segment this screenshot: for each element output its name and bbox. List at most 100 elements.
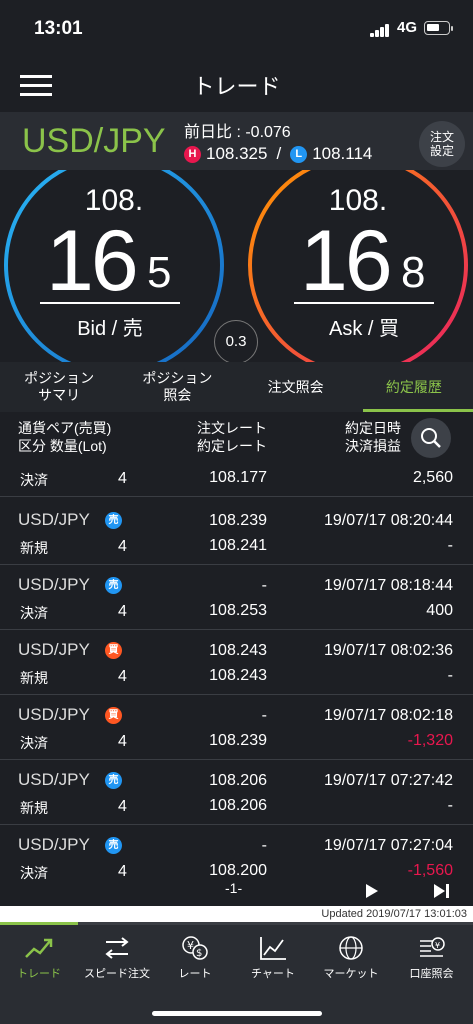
row-kind: 決済 [20, 735, 48, 751]
ask-button[interactable]: 108. 16 8 Ask / 買 [268, 170, 448, 362]
tabbar-chart[interactable]: チャート [234, 935, 312, 981]
header-order-rate: 注文レート [197, 420, 267, 436]
order-settings-button[interactable]: 注文 設定 [419, 121, 465, 167]
last-page-icon[interactable] [432, 882, 452, 900]
trade-icon [25, 938, 53, 958]
row-order-rate: 108.239 [209, 512, 267, 529]
tabbar-trade-label: トレード [17, 968, 61, 980]
header-kind-qty: 区分 数量(Lot) [18, 438, 107, 454]
status-bar: 13:01 4G [0, 0, 473, 56]
high-low: H 108.325 / L 108.114 [184, 144, 372, 164]
row-qty: 4 [118, 668, 127, 685]
row-qty: 4 [118, 603, 127, 620]
row-exec-date: 19/07/17 08:18:44 [323, 577, 453, 594]
page-title: トレード [192, 74, 281, 99]
row-pl: -1,560 [407, 862, 453, 879]
row-exec-rate: 108.206 [209, 797, 267, 814]
tabbar-rate-label: レート [178, 968, 212, 980]
nav-bar: トレード [0, 56, 473, 112]
table-row[interactable]: USD/JPY 新規 4 108.206 108.206 19/07/17 07:27:4… [0, 760, 473, 825]
row-pair: USD/JPY [18, 575, 90, 594]
row-exec-rate: 108.239 [209, 732, 267, 749]
sell-badge: 売 [105, 577, 122, 594]
row-kind: 決済 [20, 472, 48, 488]
bid-divider [40, 302, 180, 304]
high-low-separator: / [276, 144, 282, 163]
table-row[interactable]: USD/JPY 決済 4-108.200 19/07/17 07:27:04 -1,56… [0, 825, 473, 884]
row-pl: -1,320 [407, 732, 453, 749]
tab-order-inquiry[interactable]: 注文照会 [237, 362, 355, 412]
network-label: 4G [397, 19, 418, 36]
row-kind: 新規 [20, 800, 48, 816]
row-kind: 新規 [20, 540, 48, 556]
bid-main-digits: 16 [46, 213, 139, 309]
table-header: 通貨ペア(売買) 区分 数量(Lot) 注文レート 約定レート 約定日時 決済損… [0, 412, 473, 464]
active-tab-indicator [0, 922, 78, 925]
signal-icon [370, 23, 392, 37]
tabbar-chart-label: チャート [251, 968, 295, 980]
table-row[interactable]: USD/JPY 決済 4 - 108.253 19/07/17 08:18:44 400 売 [0, 565, 473, 630]
row-qty: 4 [118, 538, 127, 555]
row-kind: 決済 [20, 605, 48, 621]
tab-position-inquiry[interactable]: ポジション 照会 [118, 362, 236, 412]
updated-timestamp: Updated 2019/07/17 13:01:03 [0, 906, 473, 922]
table-row[interactable]: 決済 4 108.177 2,560 [0, 464, 473, 497]
row-order-rate: 108.206 [209, 772, 267, 789]
row-pl: 400 [426, 602, 453, 619]
high-badge-icon: H [184, 145, 201, 163]
ask-label: Ask / 買 [328, 318, 399, 340]
speed-order-icon [105, 937, 129, 959]
currency-pair[interactable]: USD/JPY [22, 122, 166, 161]
row-pair: USD/JPY [18, 835, 90, 854]
account-icon: ¥ [419, 937, 445, 957]
row-exec-rate: 108.200 [209, 862, 267, 879]
svg-text:$: $ [196, 948, 202, 959]
row-order-rate: 108.243 [209, 642, 267, 659]
row-qty: 4 [118, 863, 127, 880]
search-button[interactable] [411, 418, 451, 458]
sell-badge: 売 [105, 772, 122, 789]
row-pair: USD/JPY [18, 770, 90, 789]
row-exec-rate: 108.243 [209, 667, 267, 684]
row-pl: - [447, 797, 453, 814]
tab-position-summary[interactable]: ポジション サマリ [0, 362, 118, 412]
tabbar-market-label: マーケット [323, 968, 379, 980]
history-tabs: ポジション サマリ ポジション 照会 注文照会 約定履歴 [0, 362, 473, 412]
tabbar-account[interactable]: ¥ 口座照会 [390, 935, 473, 981]
battery-icon [424, 21, 453, 35]
tabbar-rate[interactable]: ¥ $ レート [156, 935, 234, 981]
ask-pip-digit: 8 [401, 248, 426, 297]
status-time: 13:01 [34, 18, 83, 39]
header-exec-date: 約定日時 [345, 420, 401, 436]
svg-text:¥: ¥ [435, 941, 440, 950]
currency-pair-bar: USD/JPY 前日比 : -0.076 H 108.325 / L 108.1… [0, 112, 473, 170]
table-row[interactable]: USD/JPY 新規 4 108.243 108.243 19/07/17 08:02:3… [0, 630, 473, 695]
header-exec-rate: 約定レート [197, 438, 267, 454]
row-pl: 2,560 [412, 469, 453, 486]
row-pair: USD/JPY [18, 705, 90, 724]
row-qty: 4 [118, 470, 127, 487]
tabbar-market[interactable]: マーケット [312, 935, 390, 981]
row-exec-rate: 108.241 [209, 537, 267, 554]
table-row[interactable]: USD/JPY 新規 4 108.239 108.241 19/07/17 08:20:4… [0, 500, 473, 565]
execution-list[interactable]: 決済 4 108.177 2,560 USD/JPY 新規 4 108.239 108.241 1… [0, 464, 473, 884]
high-value: 108.325 [206, 144, 268, 163]
row-exec-date: 19/07/17 08:20:44 [323, 512, 453, 529]
row-pl: - [447, 537, 453, 554]
sell-badge: 売 [105, 512, 122, 529]
sell-badge: 売 [105, 837, 122, 854]
tabbar-speed-order[interactable]: スピード注文 [78, 935, 156, 981]
row-pl: - [447, 667, 453, 684]
tab-execution-history[interactable]: 約定履歴 [355, 362, 473, 412]
next-page-icon[interactable] [364, 882, 380, 900]
row-pair: USD/JPY [18, 640, 90, 659]
rate-panel: 108. 16 5 Bid / 売 108. 16 8 Ask / 買 0.3 [0, 170, 473, 362]
bid-button[interactable]: 108. 16 5 Bid / 売 [24, 170, 204, 362]
low-value: 108.114 [312, 144, 373, 163]
row-order-rate: - [261, 577, 267, 594]
table-row[interactable]: USD/JPY 決済 4 - 108.239 19/07/17 08:02:18 -1,32… [0, 695, 473, 760]
row-qty: 4 [118, 798, 127, 815]
row-exec-rate: 108.253 [209, 602, 267, 619]
tabbar-trade[interactable]: トレード [0, 935, 78, 981]
ask-divider [294, 302, 434, 304]
